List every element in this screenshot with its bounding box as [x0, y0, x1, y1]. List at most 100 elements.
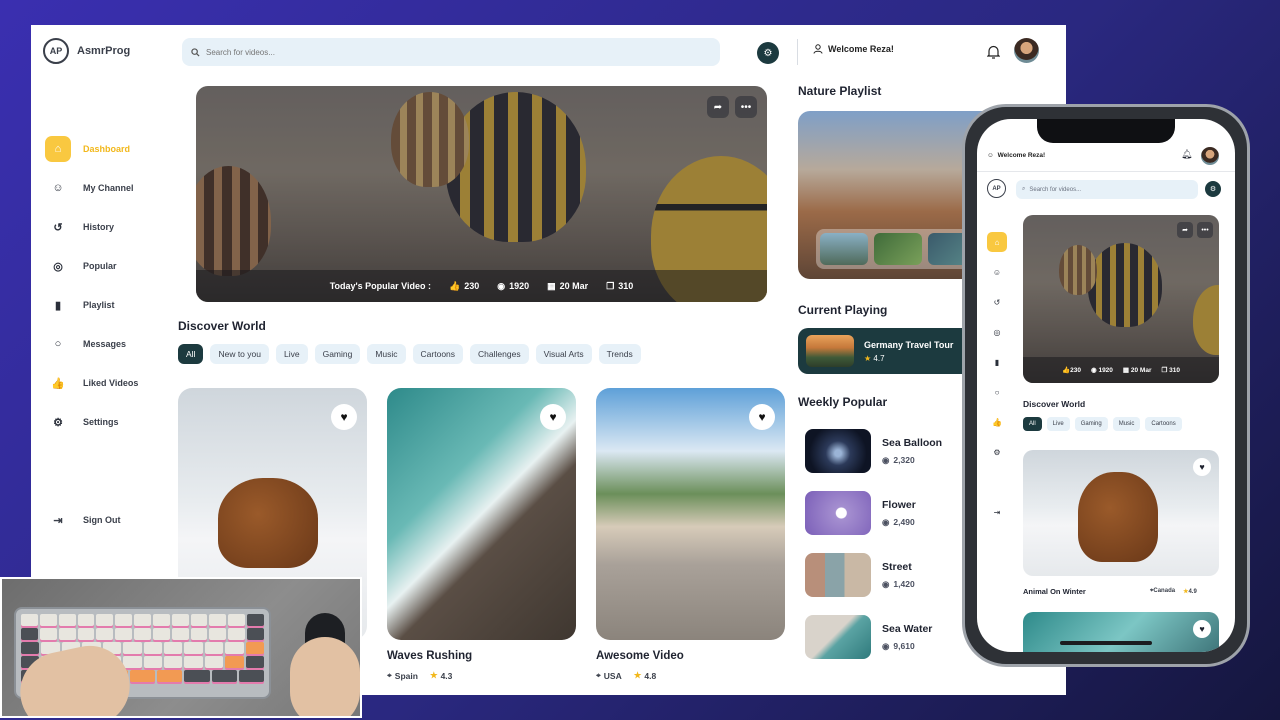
- sign-out-icon[interactable]: ⇥: [987, 502, 1007, 522]
- current-playing-title: Current Playing: [798, 303, 888, 317]
- chip-gaming[interactable]: Gaming: [314, 344, 361, 364]
- phone-logo[interactable]: AP: [987, 179, 1006, 198]
- share-button[interactable]: ➦: [707, 96, 729, 118]
- sidebar-item-messages[interactable]: ○ Messages: [43, 330, 153, 358]
- chip-trends[interactable]: Trends: [598, 344, 641, 364]
- weekly-title: Sea Balloon: [882, 436, 943, 449]
- favorite-button[interactable]: ♥: [331, 404, 357, 430]
- weekly-item[interactable]: Sea Balloon ◉ 2,320: [805, 429, 942, 473]
- weekly-views: ◉ 9,610: [882, 641, 932, 652]
- chip-all[interactable]: All: [178, 344, 204, 364]
- sidebar-item-playlist[interactable]: ▮ Playlist: [43, 291, 153, 319]
- hero-date: ▦ 20 Mar: [547, 281, 588, 292]
- chip-visual-arts[interactable]: Visual Arts: [535, 344, 592, 364]
- video-card[interactable]: ♥: [387, 388, 576, 640]
- weekly-item[interactable]: Sea Water ◉ 9,610: [805, 615, 932, 659]
- chip-gaming[interactable]: Gaming: [1074, 417, 1108, 431]
- phone-welcome: ☺ Welcome Reza!: [987, 152, 1045, 159]
- phone-video-card[interactable]: ♥: [1023, 612, 1219, 652]
- sidebar-item-label: My Channel: [83, 183, 134, 193]
- card-rating-value: 4.3: [440, 670, 453, 681]
- phone-search-bar[interactable]: ⌕ Search for videos...: [1016, 180, 1198, 199]
- phone-avatar[interactable]: [1201, 147, 1219, 165]
- sidebar-item-liked-videos[interactable]: 👍 Liked Videos: [43, 369, 153, 397]
- popular-icon[interactable]: ◎: [987, 322, 1007, 342]
- settings-icon[interactable]: ⚙: [987, 442, 1007, 462]
- hero-views-value: 1920: [509, 281, 530, 291]
- chip-all[interactable]: All: [1023, 417, 1042, 431]
- chip-new-to-you[interactable]: New to you: [210, 344, 269, 364]
- discover-title: Discover World: [178, 319, 266, 333]
- favorite-button[interactable]: ♥: [749, 404, 775, 430]
- weekly-thumb: [805, 553, 871, 597]
- weekly-thumb: [805, 491, 871, 535]
- phone-hero-actions: ➦ •••: [1177, 222, 1213, 238]
- weekly-item[interactable]: Flower ◉ 2,490: [805, 491, 916, 535]
- search-input[interactable]: [206, 47, 506, 57]
- heart-icon: ♥: [758, 410, 766, 424]
- current-playing-card[interactable]: Germany Travel Tour ★ 4.7: [798, 328, 978, 374]
- category-chips: All New to you Live Gaming Music Cartoon…: [178, 344, 641, 364]
- playlist-thumb[interactable]: [820, 233, 868, 265]
- card-thumbnail: [1078, 472, 1158, 562]
- chip-music[interactable]: Music: [1112, 417, 1141, 431]
- current-video-title: Germany Travel Tour: [864, 339, 954, 350]
- phone-hero-views-value: 1920: [1098, 367, 1113, 374]
- hand-image: [290, 637, 360, 716]
- phone-mockup: ☺ Welcome Reza! 🔔︎ AP ⌕ Search for videos.…: [962, 104, 1250, 667]
- notification-button[interactable]: [982, 41, 1004, 63]
- filter-icon: ⚙: [763, 47, 773, 59]
- card-location-value: Spain: [394, 670, 418, 681]
- app-logo[interactable]: AP AsmrProg: [43, 38, 130, 64]
- share-button[interactable]: ➦: [1177, 222, 1193, 238]
- phone-card-location: ⌖Canada: [1150, 588, 1176, 594]
- favorite-button[interactable]: ♥: [540, 404, 566, 430]
- share-icon: ➦: [713, 101, 723, 113]
- weekly-views: ◉ 2,490: [882, 517, 916, 528]
- more-button[interactable]: •••: [1197, 222, 1213, 238]
- eye-icon: ◉: [497, 280, 506, 291]
- phone-bell-icon[interactable]: 🔔︎: [1181, 149, 1192, 160]
- eye-icon: ◉: [882, 454, 890, 465]
- user-icon[interactable]: ☺: [987, 262, 1007, 282]
- chip-music[interactable]: Music: [367, 344, 406, 364]
- more-button[interactable]: •••: [735, 96, 757, 118]
- sidebar-item-popular[interactable]: ◎ Popular: [43, 252, 153, 280]
- chip-cartoons[interactable]: Cartoons: [412, 344, 464, 364]
- playlist-icon[interactable]: ▮: [987, 352, 1007, 372]
- history-icon[interactable]: ↺: [987, 292, 1007, 312]
- user-icon: ☺: [52, 182, 64, 194]
- popular-icon: ◎: [53, 260, 63, 273]
- chip-challenges[interactable]: Challenges: [470, 344, 529, 364]
- calendar-icon: ▦: [547, 280, 556, 291]
- search-bar[interactable]: [182, 38, 720, 66]
- avatar[interactable]: [1014, 38, 1039, 63]
- chip-cartoons[interactable]: Cartoons: [1145, 417, 1182, 431]
- favorite-button[interactable]: ♥: [1193, 620, 1211, 638]
- sidebar-item-dashboard[interactable]: ⌂ Dashboard: [43, 135, 153, 163]
- hero-video[interactable]: ➦ ••• Today's Popular Video : 👍 230 ◉ 1920…: [196, 86, 767, 302]
- sidebar-item-history[interactable]: ↺ History: [43, 213, 153, 241]
- phone-hero-video[interactable]: ➦ ••• 👍230 ◉ 1920 ▦ 20 Mar ❐ 310: [1023, 215, 1219, 383]
- sidebar-item-my-channel[interactable]: ☺ My Channel: [43, 174, 153, 202]
- sign-out-button[interactable]: ⇥ Sign Out: [43, 507, 120, 533]
- header-divider: [797, 39, 798, 65]
- star-icon: ★: [633, 670, 642, 680]
- video-card[interactable]: ♥: [596, 388, 785, 640]
- sidebar-item-settings[interactable]: ⚙ Settings: [43, 408, 153, 436]
- like-icon[interactable]: 👍: [987, 412, 1007, 432]
- chip-live[interactable]: Live: [275, 344, 308, 364]
- phone-video-card[interactable]: ♥: [1023, 450, 1219, 576]
- filter-button[interactable]: ⚙: [757, 42, 779, 64]
- bookmark-icon: ❐: [606, 280, 615, 291]
- weekly-views: ◉ 1,420: [882, 579, 915, 590]
- chip-live[interactable]: Live: [1046, 417, 1070, 431]
- hero-stats-bar: Today's Popular Video : 👍 230 ◉ 1920 ▦ 20 M…: [196, 270, 767, 302]
- favorite-button[interactable]: ♥: [1193, 458, 1211, 476]
- message-icon[interactable]: ○: [987, 382, 1007, 402]
- sign-out-icon: ⇥: [53, 514, 63, 527]
- home-icon[interactable]: ⌂: [987, 232, 1007, 252]
- weekly-item[interactable]: Street ◉ 1,420: [805, 553, 915, 597]
- playlist-thumb[interactable]: [874, 233, 922, 265]
- phone-filter-button[interactable]: ⚙: [1205, 181, 1221, 197]
